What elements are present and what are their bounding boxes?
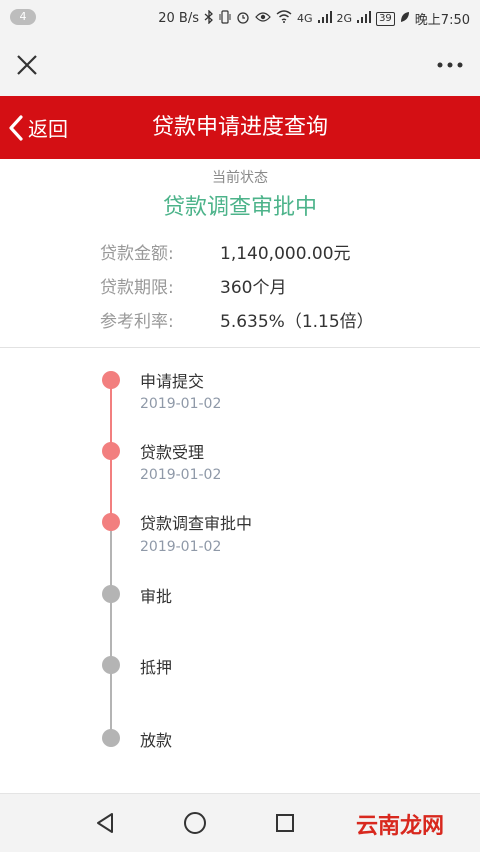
timeline-dot (102, 585, 120, 603)
timeline-step-name: 贷款调查审批中 (140, 514, 253, 533)
square-recents-icon (276, 814, 294, 832)
battery-icon: 39 (376, 11, 395, 26)
page-header: 返回 贷款申请进度查询 (0, 96, 480, 159)
circle-home-icon (184, 812, 206, 834)
close-icon (17, 55, 37, 75)
nav-back-button[interactable] (90, 808, 120, 838)
system-nav-bar: 云南龙网 (0, 793, 480, 852)
nav-home-button[interactable] (180, 808, 210, 838)
timeline-dot (102, 371, 120, 389)
clock-time: 晚上7:50 (414, 13, 470, 28)
info-key: 参考利率: (100, 312, 174, 332)
timeline-step-name: 审批 (140, 587, 173, 606)
notification-count-badge: 4 (10, 9, 36, 25)
loan-amount-row: 贷款金额: 1,140,000.00元 (100, 239, 351, 264)
timeline-step-date: 2019-01-02 (140, 396, 222, 412)
alarm-icon (236, 10, 250, 28)
info-value: 1,140,000.00元 (220, 244, 351, 264)
loan-term-row: 贷款期限: 360个月 (100, 273, 286, 298)
more-options-button[interactable] (432, 50, 468, 80)
timeline-line-pending (110, 522, 112, 738)
timeline-step-name: 抵押 (140, 658, 173, 677)
timeline-dot (102, 513, 120, 531)
timeline-step-date: 2019-01-02 (140, 467, 222, 483)
timeline-step-date: 2019-01-02 (140, 539, 222, 555)
status-bar: 4 20 B/s 4G 2G 39 晚上7:50 (0, 0, 480, 34)
main-content: 当前状态 贷款调查审批中 贷款金额: 1,140,000.00元 贷款期限: 3… (0, 159, 480, 793)
browser-toolbar (0, 34, 480, 96)
current-status-label: 当前状态 (212, 170, 268, 186)
info-key: 贷款期限: (100, 278, 174, 298)
timeline-step-name: 贷款受理 (140, 443, 205, 462)
info-value: 5.635%（1.15倍） (220, 312, 374, 332)
vibrate-icon (219, 9, 231, 28)
interest-rate-row: 参考利率: 5.635%（1.15倍） (100, 307, 374, 332)
watermark-logo: 云南龙网 (355, 814, 444, 839)
timeline-dot (102, 729, 120, 747)
timeline-step-name: 放款 (140, 731, 173, 750)
info-value: 360个月 (220, 278, 287, 298)
more-dots-icon (437, 62, 463, 68)
page-title: 贷款申请进度查询 (151, 115, 328, 140)
current-status-value: 贷款调查审批中 (162, 195, 317, 220)
eye-icon (255, 11, 271, 27)
back-label: 返回 (28, 117, 68, 141)
bluetooth-icon (204, 8, 214, 28)
timeline-step-name: 申请提交 (140, 372, 205, 391)
nav-recents-button[interactable] (270, 808, 300, 838)
leaf-icon (400, 11, 410, 27)
triangle-back-icon (97, 813, 113, 833)
info-key: 贷款金额: (100, 244, 174, 264)
timeline-dot (102, 656, 120, 674)
progress-timeline: 申请提交 2019-01-02 贷款受理 2019-01-02 贷款调查审批中 … (0, 348, 480, 793)
timeline-dot (102, 442, 120, 460)
back-button[interactable]: 返回 (8, 96, 68, 159)
signal-icon (317, 10, 332, 27)
wifi-icon (276, 10, 292, 27)
status-indicators: 20 B/s 4G 2G 39 晚上7:50 (158, 8, 470, 28)
signal-4g-label: 4G (297, 12, 313, 25)
net-speed: 20 B/s (158, 11, 199, 26)
signal-2g-label: 2G (336, 12, 353, 25)
chevron-left-icon (9, 114, 23, 141)
close-button[interactable] (12, 50, 42, 80)
signal-icon (357, 10, 372, 27)
